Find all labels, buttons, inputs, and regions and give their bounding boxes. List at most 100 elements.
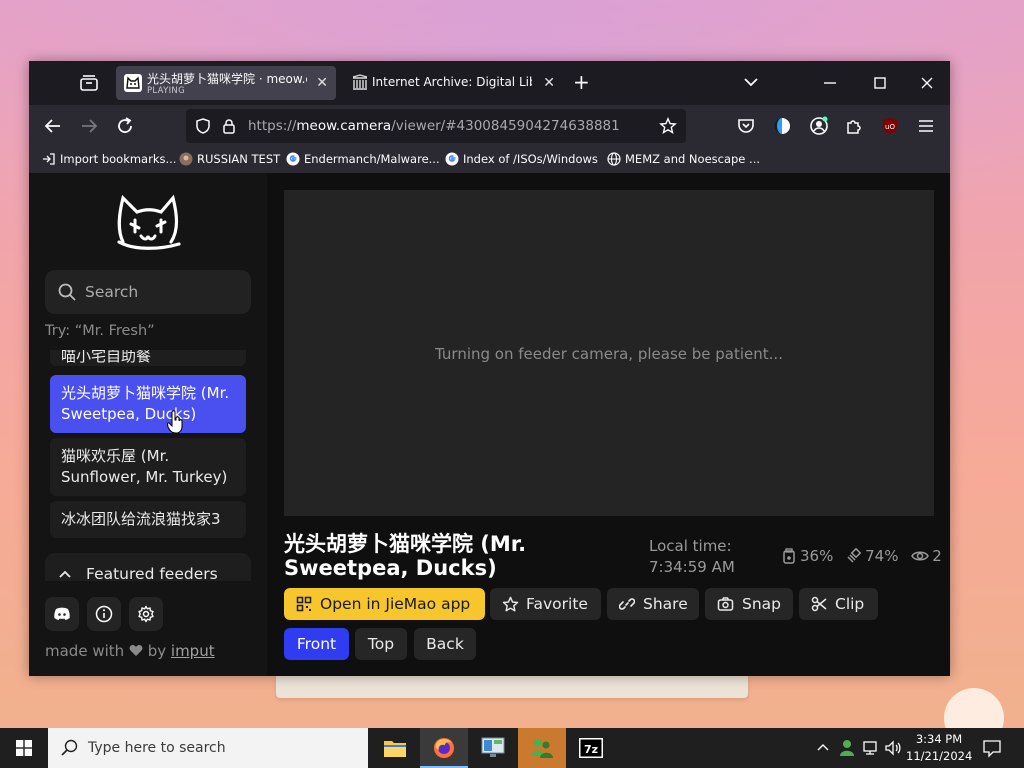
import-icon: [43, 153, 55, 165]
footer-credit: made with by imput: [45, 642, 215, 660]
meow-camera-cat-logo[interactable]: [113, 192, 183, 254]
bookmark-memz[interactable]: MEMZ and Noescape ...: [607, 152, 760, 166]
bookmark-russian-test[interactable]: RUSSIAN TEST: [179, 152, 280, 166]
taskbar-search[interactable]: Type here to search: [48, 728, 368, 768]
account-icon[interactable]: [807, 114, 831, 138]
tab-list-button[interactable]: [77, 71, 101, 95]
gear-icon: [138, 605, 154, 623]
scissors-icon: [811, 596, 827, 612]
people-app[interactable]: [518, 728, 566, 768]
address-bar[interactable]: https://meow.camera/viewer/#430084590427…: [186, 109, 686, 143]
viewer-count-stat: 2: [911, 547, 942, 565]
tab-bar: 光头胡萝卜猫咪学院 · meow.camera PLAYING ✕ Intern…: [29, 61, 950, 105]
user-tray-icon[interactable]: [838, 738, 856, 758]
bookmark-isos-windows[interactable]: Index of /ISOs/Windows: [445, 152, 598, 166]
taskbar-search-placeholder: Type here to search: [88, 740, 226, 756]
favorite-button[interactable]: Favorite: [490, 588, 601, 620]
feeder-stats: 36% 74% 2: [781, 547, 950, 565]
7zip-icon: 7z: [579, 738, 603, 758]
lock-icon[interactable]: [220, 117, 238, 135]
battery-level-stat: 74%: [846, 547, 898, 565]
hamburger-menu-icon[interactable]: [914, 114, 938, 138]
imput-link[interactable]: imput: [171, 642, 215, 660]
svg-text:uO: uO: [885, 123, 895, 131]
svg-text:7z: 7z: [584, 743, 598, 756]
search-box[interactable]: [45, 270, 251, 314]
heart-icon: [129, 645, 143, 656]
firefox-app[interactable]: [420, 728, 468, 768]
tab-title: 光头胡萝卜猫咪学院 · meow.camera: [147, 72, 307, 86]
feeder-item[interactable]: 冰冰团队给流浪猫找家3: [50, 501, 246, 538]
feeder-item[interactable]: 喵小宅自助餐: [50, 350, 246, 366]
chevron-down-icon[interactable]: [742, 73, 760, 91]
monitor-app[interactable]: [469, 728, 517, 768]
meow-camera-page: Try: “Mr. Fresh” 喵小宅自助餐 光头胡萝卜猫咪学院 (Mr. S…: [29, 174, 950, 676]
shield-icon[interactable]: [194, 117, 212, 135]
snap-button[interactable]: Snap: [705, 588, 793, 620]
archive-favicon-icon: [352, 74, 368, 90]
open-in-app-button[interactable]: Open in JieMao app: [284, 588, 485, 620]
url-text[interactable]: https://meow.camera/viewer/#430084590427…: [248, 118, 620, 134]
dark-reader-icon[interactable]: [770, 114, 794, 138]
view-front-button[interactable]: Front: [284, 628, 349, 660]
feeder-item-active[interactable]: 光头胡萝卜猫咪学院 (Mr. Sweetpea, Ducks): [50, 375, 246, 433]
reload-icon[interactable]: [113, 114, 137, 138]
tab-internet-archive[interactable]: Internet Archive: Digital Library of ✕: [343, 66, 563, 100]
windows-logo-icon: [16, 740, 32, 756]
maximize-icon[interactable]: [869, 72, 891, 94]
feeder-list[interactable]: 喵小宅自助餐 光头胡萝卜猫咪学院 (Mr. Sweetpea, Ducks) 猫…: [45, 350, 251, 540]
windows-taskbar: Type here to search 7z 3:34 PM 11/21/202…: [0, 728, 1024, 768]
settings-button[interactable]: [129, 597, 163, 631]
file-explorer-app[interactable]: [371, 728, 419, 768]
start-button[interactable]: [0, 728, 48, 768]
camera-icon: [717, 597, 734, 611]
ublock-origin-icon[interactable]: uO: [878, 114, 902, 138]
background-window-edge: [276, 674, 748, 698]
close-tab-icon[interactable]: ✕: [316, 75, 328, 91]
search-icon: [61, 739, 78, 756]
bookmarks-toolbar: Import bookmarks... RUSSIAN TEST Enderma…: [29, 147, 950, 174]
discord-icon: [54, 607, 70, 620]
minimize-icon[interactable]: [819, 72, 841, 94]
pocket-icon[interactable]: [734, 114, 758, 138]
info-button[interactable]: [87, 597, 121, 631]
discord-button[interactable]: [45, 597, 79, 631]
monitor-icon: [481, 737, 505, 757]
forward-arrow-icon[interactable]: [77, 114, 101, 138]
star-icon: [502, 596, 519, 612]
food-bin-icon: [783, 548, 795, 564]
close-tab-icon[interactable]: ✕: [543, 75, 555, 91]
bookmark-import[interactable]: Import bookmarks...: [42, 152, 176, 166]
google-favicon-icon: [445, 152, 459, 166]
link-icon: [619, 598, 635, 610]
search-hint: Try: “Mr. Fresh”: [45, 323, 155, 339]
back-arrow-icon[interactable]: [41, 114, 65, 138]
feeder-item[interactable]: 猫咪欢乐屋 (Mr. Sunflower, Mr. Turkey): [50, 438, 246, 496]
sidebar: Try: “Mr. Fresh” 喵小宅自助餐 光头胡萝卜猫咪学院 (Mr. S…: [29, 174, 267, 676]
chevron-up-icon[interactable]: [816, 740, 830, 756]
tab-meow-camera[interactable]: 光头胡萝卜猫咪学院 · meow.camera PLAYING ✕: [116, 66, 336, 100]
share-button[interactable]: Share: [607, 588, 699, 620]
7zip-app[interactable]: 7z: [567, 728, 615, 768]
camera-video-player[interactable]: Turning on feeder camera, please be pati…: [284, 190, 934, 516]
volume-icon[interactable]: [884, 739, 902, 757]
chevron-up-icon: [59, 570, 71, 578]
bookmark-endermanch[interactable]: Endermanch/Malware...: [286, 152, 440, 166]
clip-button[interactable]: Clip: [799, 588, 878, 620]
camera-status-message: Turning on feeder camera, please be pati…: [435, 345, 783, 363]
notification-icon[interactable]: [982, 738, 1002, 758]
avatar-favicon-icon: [179, 152, 193, 166]
browser-window: 光头胡萝卜猫咪学院 · meow.camera PLAYING ✕ Intern…: [29, 61, 950, 676]
search-input[interactable]: [85, 278, 245, 306]
extensions-puzzle-icon[interactable]: [842, 114, 866, 138]
new-tab-button[interactable]: +: [573, 71, 590, 93]
hand-pointer-cursor: [167, 410, 183, 434]
view-top-button[interactable]: Top: [355, 628, 407, 660]
view-back-button[interactable]: Back: [414, 628, 476, 660]
taskbar-clock[interactable]: 3:34 PM 11/21/2024: [906, 731, 972, 765]
network-icon[interactable]: [862, 739, 880, 757]
close-window-icon[interactable]: [916, 72, 938, 94]
satellite-icon: [847, 547, 862, 563]
bookmark-star-icon[interactable]: [659, 117, 677, 135]
featured-feeders-toggle[interactable]: Featured feeders: [45, 553, 251, 583]
